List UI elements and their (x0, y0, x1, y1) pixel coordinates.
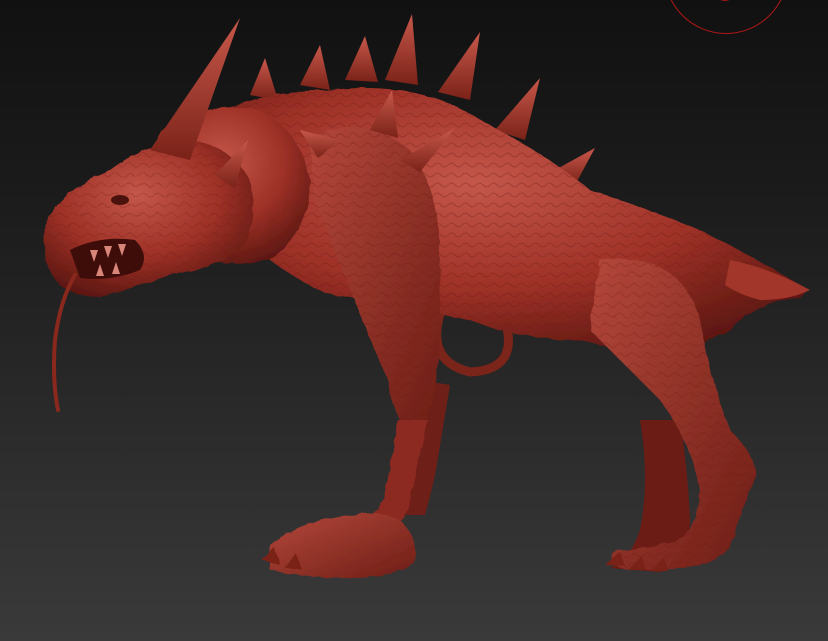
tongue (52, 273, 77, 412)
model-canvas[interactable] (0, 0, 828, 641)
front-paw (262, 513, 416, 578)
eye (111, 195, 129, 205)
sculpt-viewport[interactable] (0, 0, 828, 641)
head (44, 140, 254, 297)
gizmo-center-icon[interactable] (717, 0, 733, 1)
